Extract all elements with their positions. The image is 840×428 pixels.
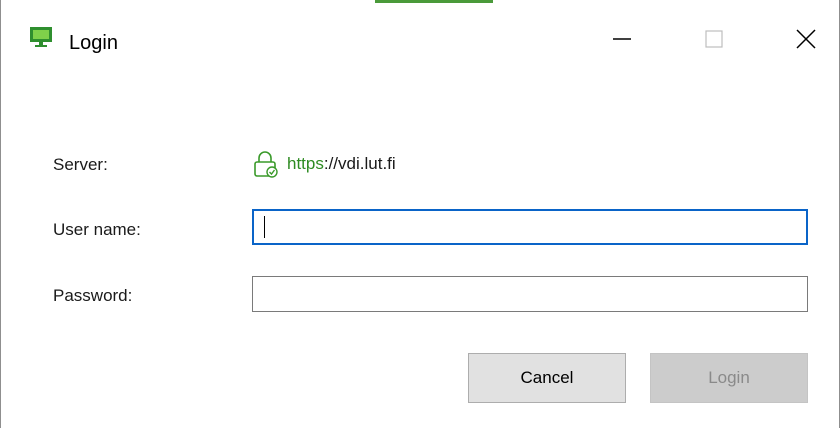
login-window: Login Server: https://vdi.lut.fi User n…: [0, 0, 840, 428]
username-label: User name:: [53, 220, 141, 239]
close-button[interactable]: [783, 18, 829, 64]
server-label: Server:: [53, 155, 108, 174]
window-title: Login: [69, 32, 118, 54]
server-url-scheme: https: [287, 154, 324, 173]
title-bar[interactable]: Login: [1, 0, 839, 84]
minimize-icon: [612, 29, 632, 54]
password-input[interactable]: [252, 276, 808, 312]
lock-icon: [253, 150, 279, 178]
cancel-button[interactable]: Cancel: [468, 353, 626, 403]
maximize-button[interactable]: [691, 18, 737, 64]
monitor-icon: [29, 25, 53, 49]
server-url-host: ://vdi.lut.fi: [323, 154, 396, 173]
text-caret: [264, 216, 265, 238]
maximize-icon: [704, 29, 724, 54]
minimize-button[interactable]: [599, 18, 645, 64]
server-url: https://vdi.lut.fi: [253, 150, 396, 178]
close-icon: [795, 28, 817, 55]
username-input[interactable]: [252, 209, 808, 245]
login-button[interactable]: Login: [650, 353, 808, 403]
password-label: Password:: [53, 286, 133, 305]
